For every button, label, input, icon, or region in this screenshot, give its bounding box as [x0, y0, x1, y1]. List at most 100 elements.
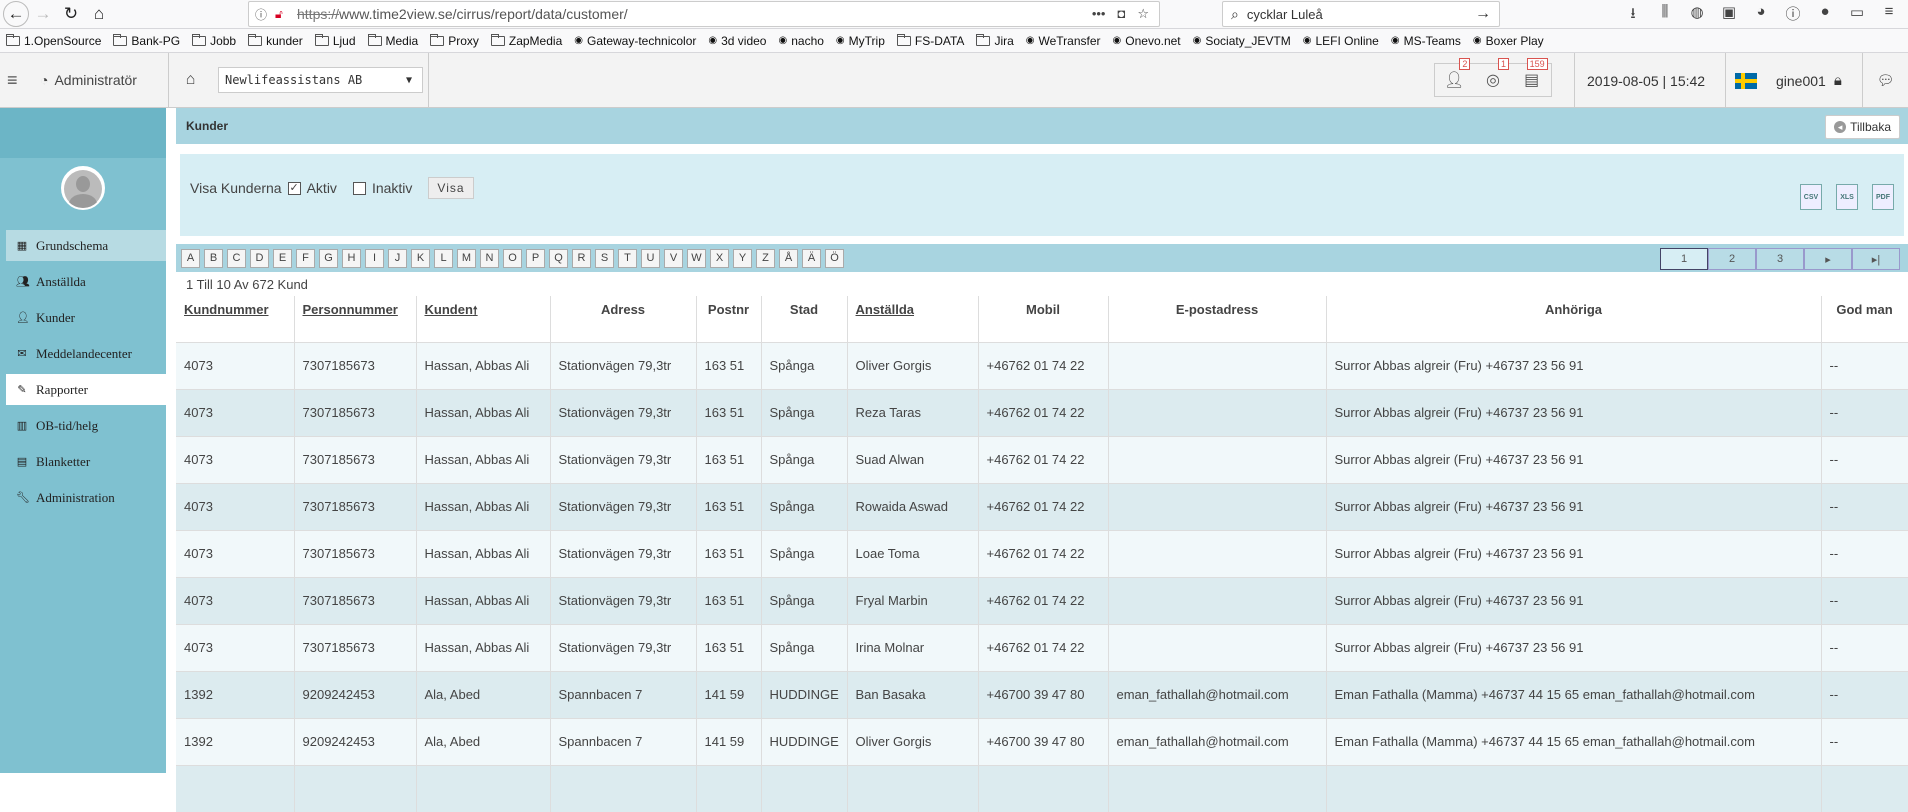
bookmark-item[interactable]: kunder [248, 33, 303, 48]
letter-filter-button[interactable]: U [641, 248, 660, 268]
sidebar-item-administration[interactable]: 🔧︎ Administration [6, 482, 166, 513]
letter-filter-button[interactable]: Ö [825, 248, 844, 268]
bookmark-star-icon[interactable]: ☆ [1137, 6, 1149, 22]
search-bar[interactable]: ⌕ cycklar Luleå → [1222, 1, 1500, 27]
letter-filter-button[interactable]: Y [733, 248, 752, 268]
extension-icon[interactable]: ◕ [1752, 3, 1770, 28]
bookmark-item[interactable]: 1.OpenSource [6, 33, 101, 48]
show-button[interactable]: Visa [428, 177, 474, 199]
insecure-lock-icon[interactable]: 🔓︎ [275, 7, 291, 22]
letter-filter-button[interactable]: S [595, 248, 614, 268]
export-pdf-icon[interactable]: PDF [1872, 184, 1894, 210]
inactive-checkbox[interactable] [352, 181, 366, 195]
bookmark-item[interactable]: Ljud [314, 33, 356, 48]
home-icon[interactable]: ⌂ [85, 1, 113, 27]
letter-filter-button[interactable]: X [710, 248, 729, 268]
letter-filter-button[interactable]: Q [549, 248, 568, 268]
bookmark-item[interactable]: ◉ WeTransfer [1026, 34, 1101, 48]
table-row[interactable]: 4073 7307185673 Hassan, Abbas Ali Stationvä… [176, 482, 1908, 530]
bookmark-item[interactable]: Jira [976, 33, 1014, 48]
sidebar-item-ob-tid-helg[interactable]: ▥ OB-tid/helg [6, 410, 166, 441]
letter-filter-button[interactable]: D [250, 248, 269, 268]
last-page-button[interactable]: ▸| [1852, 248, 1900, 270]
letter-filter-button[interactable]: L [434, 248, 453, 268]
screenshot-icon[interactable]: ▭ [1848, 3, 1866, 28]
url-bar[interactable]: ⓘ 🔓︎ https:// www.time2view.se/cirrus/re… [248, 1, 1160, 27]
back-icon[interactable]: ← [3, 1, 29, 27]
bookmark-item[interactable]: ◉ Gateway-technicolor [574, 34, 696, 48]
letter-filter-button[interactable]: J [388, 248, 407, 268]
bookmark-item[interactable]: ZapMedia [490, 33, 562, 48]
column-header[interactable]: Kunden🠕 [416, 296, 551, 342]
bookmark-item[interactable]: ◉ MS-Teams [1391, 34, 1461, 48]
letter-filter-button[interactable]: Å [779, 248, 798, 268]
letter-filter-button[interactable]: N [480, 248, 499, 268]
letter-filter-button[interactable]: K [411, 248, 430, 268]
library-icon[interactable]: ⫼ [1656, 3, 1674, 28]
sidebar-item-anst-llda[interactable]: 👥︎ Anställda [6, 266, 166, 297]
letter-filter-button[interactable]: E [273, 248, 292, 268]
hamburger-icon[interactable]: ≡ [0, 70, 28, 91]
info-extension-icon[interactable]: ⓘ [1784, 3, 1802, 28]
table-row[interactable]: 4073 7307185673 Hassan, Abbas Ali Stationvä… [176, 341, 1908, 389]
bookmark-item[interactable]: Proxy [430, 33, 479, 48]
company-select[interactable]: Newlifeassistans AB ▼ [218, 67, 423, 93]
reload-icon[interactable]: ↻ [57, 1, 85, 27]
avatar[interactable] [61, 166, 105, 210]
bookmark-item[interactable]: ◉ Sociaty_JEVTM [1193, 34, 1291, 48]
bookmark-item[interactable]: ◉ Onevo.net [1113, 34, 1181, 48]
page-button[interactable]: 3 [1756, 248, 1804, 270]
sidebar-item-grundschema[interactable]: ▦ Grundschema [6, 230, 166, 261]
letter-filter-button[interactable]: V [664, 248, 683, 268]
info-icon[interactable]: ⓘ [255, 6, 275, 23]
table-row[interactable]: 4073 7307185673 Hassan, Abbas Ali Stationvä… [176, 435, 1908, 483]
active-checkbox[interactable]: ✓ [287, 181, 301, 195]
letter-filter-button[interactable]: T [618, 248, 637, 268]
table-row[interactable]: 4073 7307185673 Hassan, Abbas Ali Stationvä… [176, 576, 1908, 624]
table-row[interactable]: 1392 9209242453 Ala, Abed Spannbacen 7 141 5… [176, 717, 1908, 765]
search-go-icon[interactable]: → [1475, 5, 1491, 23]
letter-filter-button[interactable]: H [342, 248, 361, 268]
table-row[interactable]: 4073 7307185673 Hassan, Abbas Ali Stationvä… [176, 388, 1908, 436]
bookmark-item[interactable]: ◉ nacho [778, 34, 823, 48]
bookmark-item[interactable]: ◉ LEFI Online [1303, 34, 1379, 48]
menu-icon[interactable]: ≡ [1880, 3, 1898, 28]
role-label[interactable]: ◔ Administratör [28, 72, 168, 88]
app-home-icon[interactable]: ⌂ [168, 52, 212, 108]
bplus-icon[interactable]: ● [1816, 3, 1834, 28]
sidebar-item-rapporter[interactable]: ✎ Rapporter [6, 374, 166, 405]
bookmark-item[interactable]: ◉ Boxer Play [1473, 34, 1544, 48]
table-row[interactable] [176, 764, 1908, 812]
forward-icon[interactable]: → [29, 1, 57, 27]
letter-filter-button[interactable]: R [572, 248, 591, 268]
page-button[interactable]: 2 [1708, 248, 1756, 270]
letter-filter-button[interactable]: Ä [802, 248, 821, 268]
bookmark-item[interactable]: Jobb [192, 33, 236, 48]
messages-icon[interactable]: ▤ 159 [1520, 58, 1548, 90]
column-header[interactable]: Kundnummer [176, 296, 295, 342]
export-xls-icon[interactable]: XLS [1836, 184, 1858, 210]
table-row[interactable]: 4073 7307185673 Hassan, Abbas Ali Stationvä… [176, 623, 1908, 671]
abp-icon[interactable]: ◍ [1688, 3, 1706, 28]
sidebar-item-kunder[interactable]: 👤︎ Kunder [6, 302, 166, 333]
letter-filter-button[interactable]: G [319, 248, 338, 268]
user-menu[interactable]: gine001 🔒︎ [1776, 53, 1842, 108]
support-icon[interactable]: ◎ 1 [1481, 58, 1509, 90]
bookmark-item[interactable]: ◉ MyTrip [836, 34, 885, 48]
export-csv-icon[interactable]: CSV [1800, 184, 1822, 210]
bookmark-item[interactable]: ◉ 3d video [708, 34, 766, 48]
sidebar-item-meddelandecenter[interactable]: ✉ Meddelandecenter [6, 338, 166, 369]
letter-filter-button[interactable]: Z [756, 248, 775, 268]
bookmark-item[interactable]: Bank-PG [113, 33, 180, 48]
letter-filter-button[interactable]: A [181, 248, 200, 268]
pocket-icon[interactable]: ◘ [1117, 6, 1125, 22]
letter-filter-button[interactable]: M [457, 248, 476, 268]
back-button[interactable]: ◂ Tillbaka [1825, 115, 1900, 139]
bookmark-item[interactable]: FS-DATA [896, 33, 964, 48]
letter-filter-button[interactable]: W [687, 248, 706, 268]
chat-icon[interactable]: 💬︎ [1862, 53, 1908, 108]
table-row[interactable]: 1392 9209242453 Ala, Abed Spannbacen 7 141 5… [176, 670, 1908, 718]
letter-filter-button[interactable]: P [526, 248, 545, 268]
letter-filter-button[interactable]: I [365, 248, 384, 268]
letter-filter-button[interactable]: C [227, 248, 246, 268]
